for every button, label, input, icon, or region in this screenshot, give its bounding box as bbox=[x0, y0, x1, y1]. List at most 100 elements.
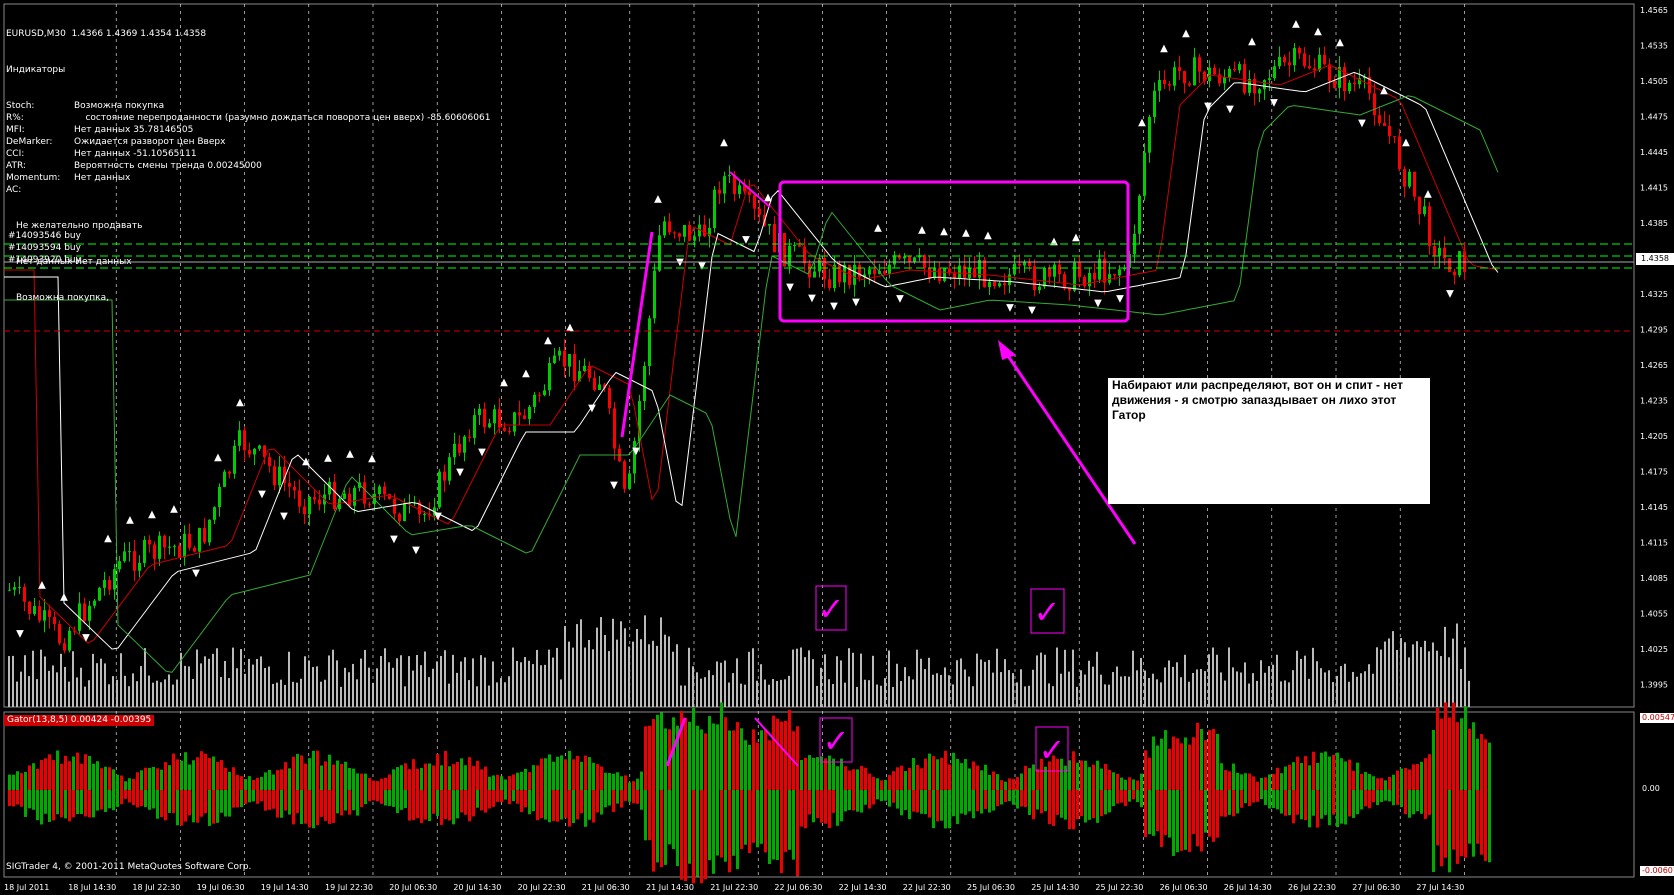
order-label-2[interactable]: #14093594 buy bbox=[8, 243, 81, 253]
gator-upper-bar bbox=[720, 702, 723, 790]
candle-body bbox=[1283, 56, 1286, 63]
gator-upper-bar bbox=[268, 769, 271, 790]
candle-body bbox=[903, 256, 906, 259]
gator-lower-bar bbox=[1032, 790, 1035, 820]
gator-lower-bar bbox=[128, 790, 131, 803]
gator-lower-bar bbox=[1328, 790, 1331, 826]
candle-body bbox=[288, 482, 291, 487]
volume-bar bbox=[1072, 649, 1074, 707]
gator-upper-bar bbox=[640, 771, 643, 790]
candle-body bbox=[1263, 80, 1266, 90]
gator-lower-bar bbox=[732, 790, 735, 856]
gator-upper-bar bbox=[40, 759, 43, 790]
gator-upper-bar bbox=[104, 766, 107, 790]
annotation-note[interactable]: Набирают или распределяют, вот он и спит… bbox=[1108, 378, 1430, 504]
gator-lower-bar bbox=[64, 790, 67, 819]
volume-bar bbox=[1396, 649, 1398, 707]
volume-bar bbox=[156, 680, 158, 707]
indicator-name: R%: bbox=[6, 113, 24, 123]
candle-body bbox=[1418, 196, 1421, 215]
price-tick-label: 1.4205 bbox=[1640, 432, 1668, 441]
volume-bar bbox=[80, 667, 82, 707]
volume-bar bbox=[788, 675, 790, 707]
volume-bar bbox=[780, 679, 782, 707]
gator-upper-bar bbox=[1248, 773, 1251, 790]
gator-lower-bar bbox=[220, 790, 223, 813]
gator-lower-bar bbox=[856, 790, 859, 812]
gator-upper-bar bbox=[928, 753, 931, 790]
candle-body bbox=[148, 539, 151, 545]
volume-bar bbox=[960, 658, 962, 707]
volume-bar bbox=[504, 682, 506, 707]
price-tick-label: 1.4025 bbox=[1640, 645, 1668, 654]
gator-lower-bar bbox=[224, 790, 227, 817]
indicator-name: ATR: bbox=[6, 161, 26, 171]
candle-body bbox=[233, 445, 236, 474]
gator-lower-bar bbox=[1048, 790, 1051, 825]
price-tick-label: 1.4055 bbox=[1640, 610, 1668, 619]
gator-lower-bar bbox=[1456, 790, 1459, 864]
candle-body bbox=[1013, 263, 1016, 275]
gator-upper-bar bbox=[452, 764, 455, 790]
order-label-1[interactable]: #14093546 buy bbox=[8, 231, 81, 241]
gator-lower-bar bbox=[52, 790, 55, 821]
gator-lower-bar bbox=[772, 790, 775, 860]
gator-lower-bar bbox=[304, 790, 307, 824]
volume-bar bbox=[436, 661, 438, 707]
candle-body bbox=[1443, 247, 1446, 259]
fractal-up-icon: ▲ bbox=[170, 504, 178, 515]
fractal-up-icon: ▲ bbox=[38, 580, 46, 591]
gator-lower-bar bbox=[556, 790, 559, 822]
candle-body bbox=[658, 235, 661, 271]
candle-body bbox=[203, 527, 206, 543]
gator-upper-bar bbox=[76, 752, 79, 790]
gator-upper-bar bbox=[1144, 750, 1147, 790]
volume-bar bbox=[300, 678, 302, 707]
volume-bar bbox=[628, 646, 630, 707]
candle-body bbox=[573, 354, 576, 382]
gator-upper-bar bbox=[84, 754, 87, 790]
gator-lower-bar bbox=[1208, 790, 1211, 837]
gator-lower-bar bbox=[500, 790, 503, 803]
gator-lower-bar bbox=[1192, 790, 1195, 834]
gator-lower-bar bbox=[1244, 790, 1247, 804]
volume-bar bbox=[1460, 669, 1462, 707]
candle-body bbox=[1043, 267, 1046, 287]
gator-upper-bar bbox=[1368, 773, 1371, 790]
gator-upper-bar bbox=[80, 763, 83, 790]
gator-lower-bar bbox=[608, 790, 611, 806]
gator-lower-bar bbox=[248, 790, 251, 803]
candle-body bbox=[438, 471, 441, 508]
gator-upper-bar bbox=[144, 767, 147, 790]
gator-lower-bar bbox=[704, 790, 707, 880]
gator-lower-bar bbox=[1408, 790, 1411, 818]
volume-bar bbox=[728, 682, 730, 707]
volume-bar bbox=[856, 686, 858, 707]
time-tick-label: 18 Jul 14:30 bbox=[68, 883, 116, 892]
fractal-down-icon: ▼ bbox=[456, 467, 464, 478]
gator-lower-bar bbox=[1164, 790, 1167, 836]
candle-body bbox=[238, 430, 241, 446]
candle-body bbox=[478, 408, 481, 416]
volume-bar bbox=[460, 661, 462, 707]
gator-upper-bar bbox=[1384, 780, 1387, 790]
volume-bar bbox=[1364, 671, 1366, 707]
gator-lower-bar bbox=[1124, 790, 1127, 806]
gator-upper-bar bbox=[988, 775, 991, 790]
volume-bar bbox=[312, 667, 314, 707]
volume-bar bbox=[364, 649, 366, 707]
gator-upper-bar bbox=[168, 765, 171, 790]
volume-bar bbox=[1220, 672, 1222, 707]
candle-body bbox=[628, 473, 631, 489]
volume-bar bbox=[1196, 669, 1198, 707]
gator-upper-bar bbox=[1124, 779, 1127, 790]
gator-upper-bar bbox=[900, 765, 903, 790]
gator-upper-bar bbox=[1376, 778, 1379, 790]
volume-bar bbox=[1248, 683, 1250, 707]
gator-lower-bar bbox=[668, 790, 671, 845]
gator-upper-bar bbox=[760, 730, 763, 790]
order-label-3[interactable]: #14093920 buy bbox=[8, 255, 81, 265]
gator-upper-bar bbox=[860, 765, 863, 790]
candle-body bbox=[513, 412, 516, 432]
gator-upper-bar bbox=[1420, 761, 1423, 790]
